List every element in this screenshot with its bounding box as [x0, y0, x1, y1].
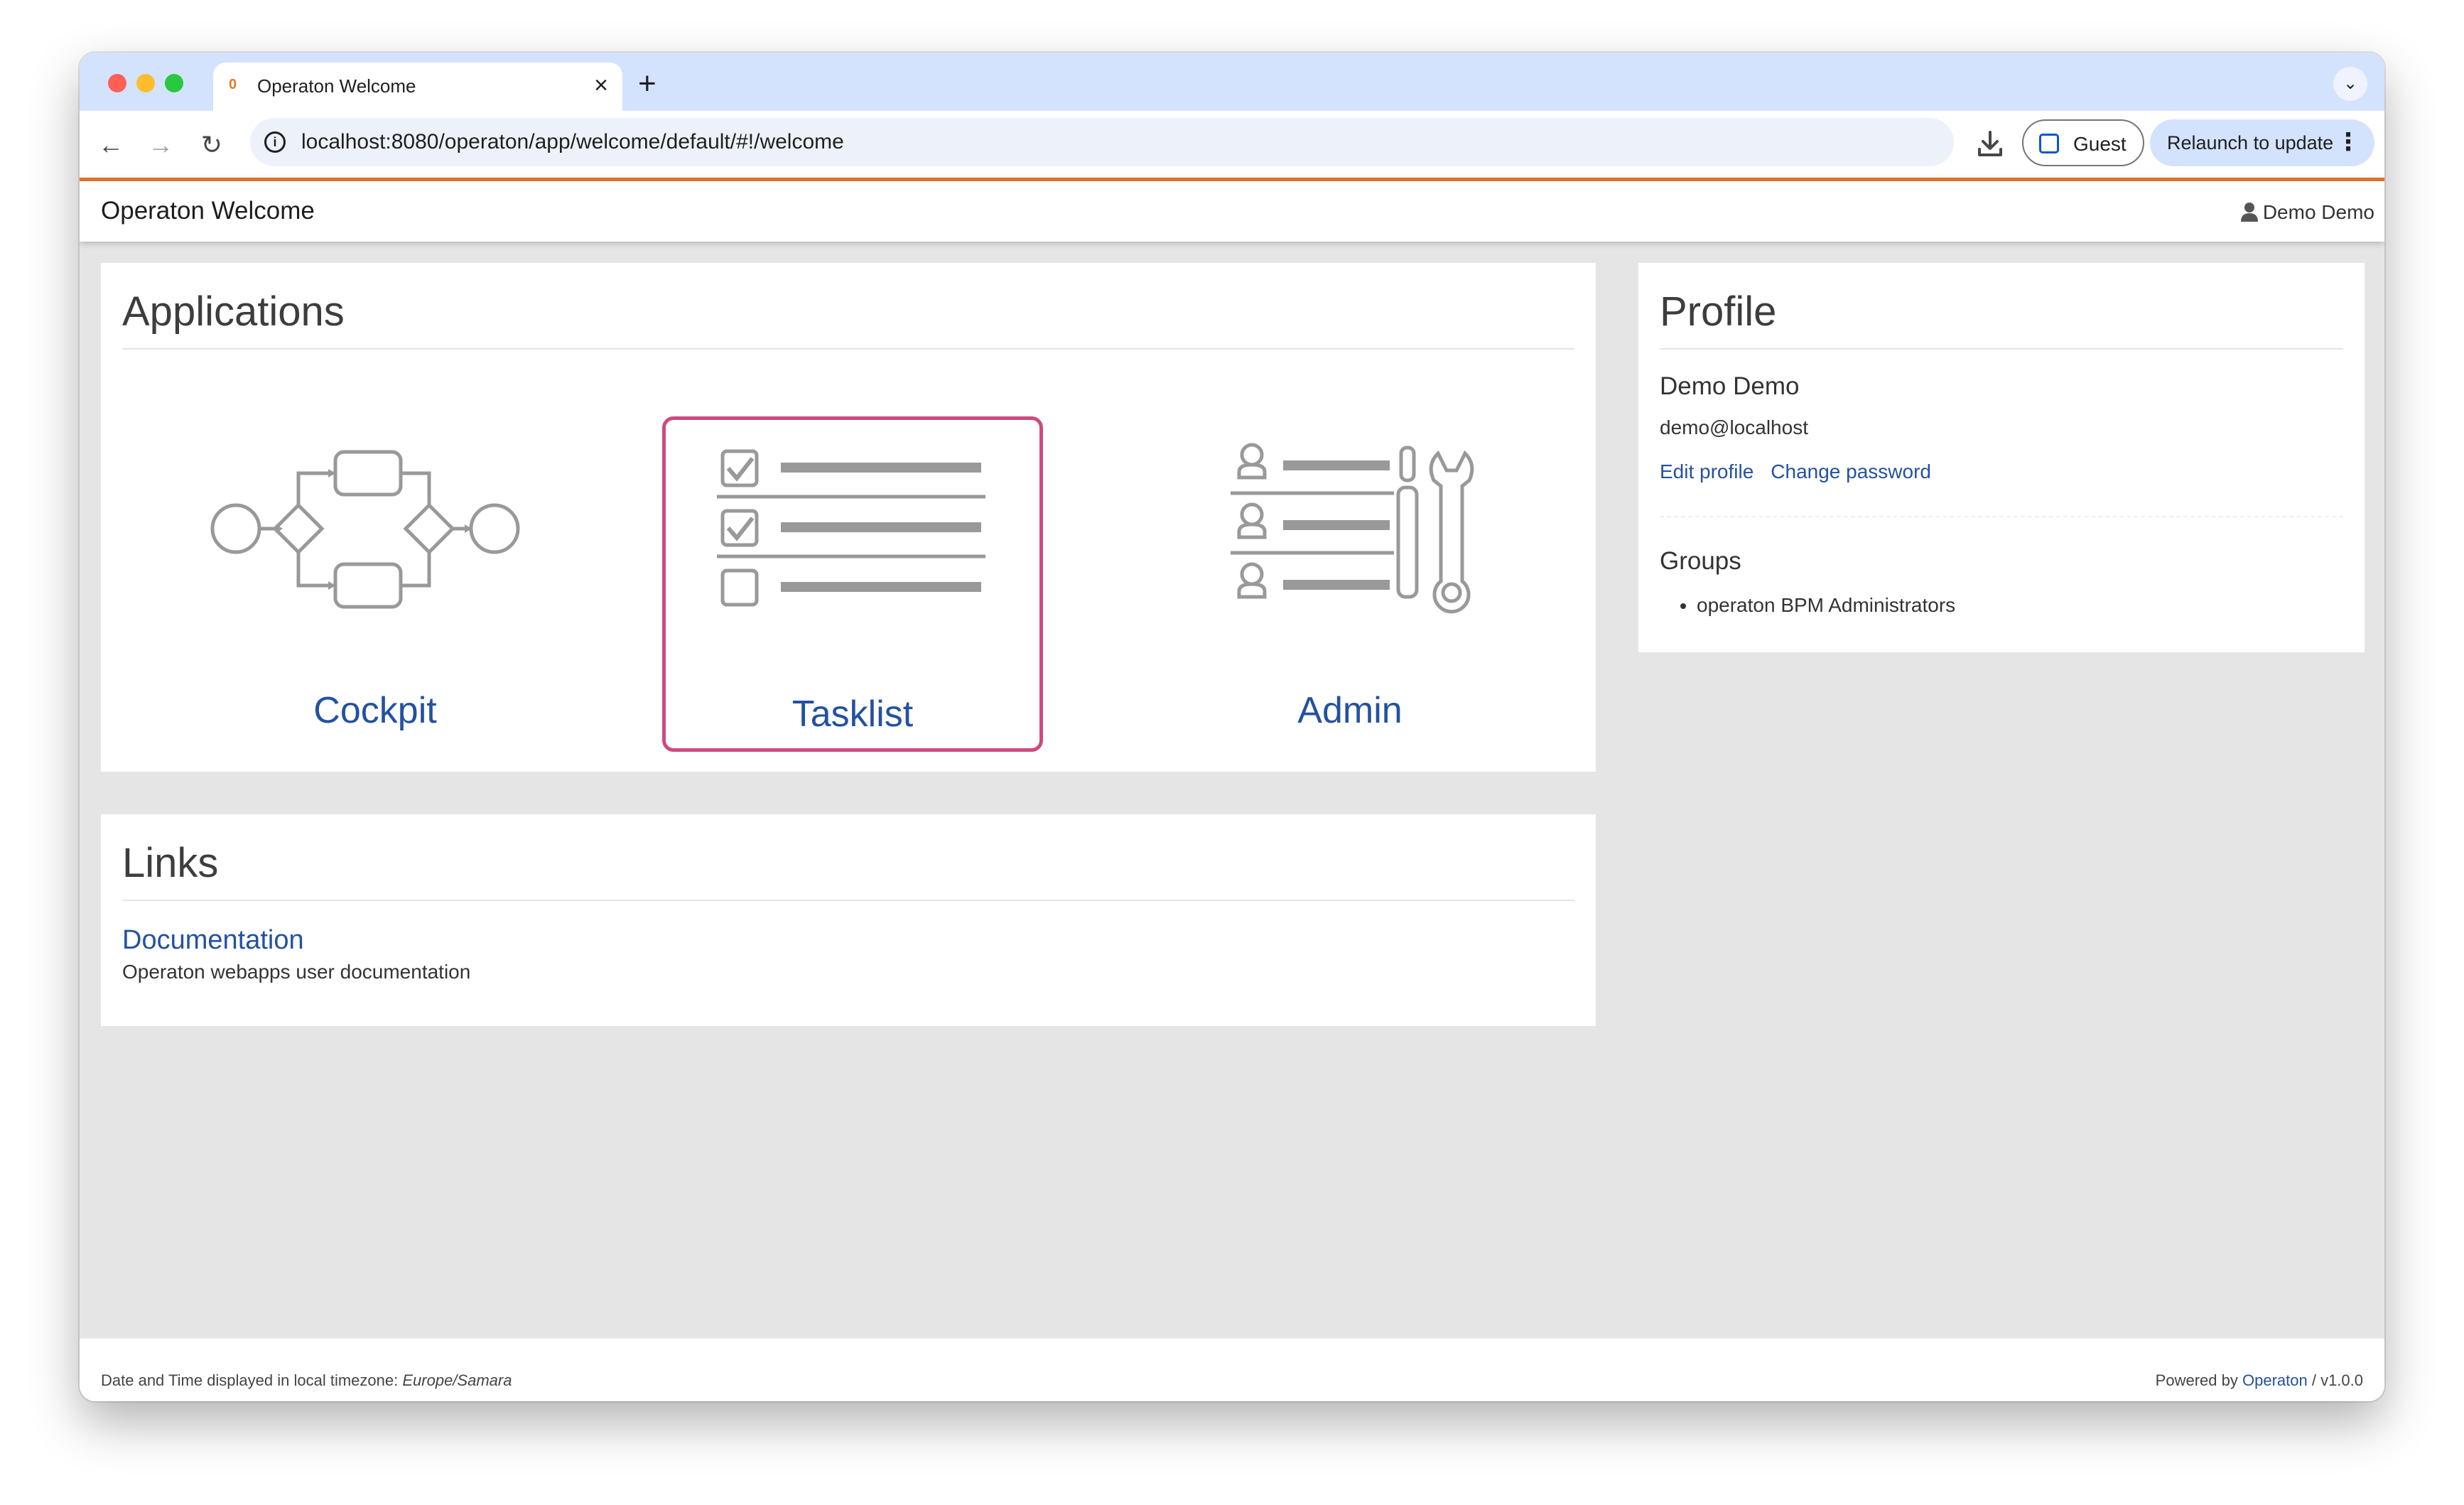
- users-tools-icon: [1231, 443, 1474, 614]
- person-icon: [2039, 134, 2059, 153]
- url-text[interactable]: localhost:8080/operaton/app/welcome/defa…: [301, 130, 844, 154]
- close-tab-icon[interactable]: ×: [594, 71, 608, 99]
- address-bar[interactable]: i localhost:8080/operaton/app/welcome/de…: [250, 118, 1954, 166]
- admin-app-card[interactable]: Admin: [1160, 416, 1540, 752]
- user-menu[interactable]: Demo Demo: [2240, 201, 2374, 224]
- favicon-icon: 0: [229, 77, 237, 92]
- back-icon[interactable]: ←: [91, 125, 131, 165]
- version-text: / v1.0.0: [2311, 1371, 2363, 1389]
- cockpit-label[interactable]: Cockpit: [185, 689, 566, 732]
- profile-actions: Edit profile Change password: [1660, 460, 1948, 483]
- forward-icon[interactable]: →: [141, 125, 180, 165]
- edit-profile-link[interactable]: Edit profile: [1660, 460, 1754, 482]
- timezone-prefix: Date and Time displayed in local timezon…: [101, 1371, 399, 1389]
- download-icon[interactable]: [1972, 126, 2008, 162]
- change-password-link[interactable]: Change password: [1771, 460, 1931, 482]
- relaunch-label: Relaunch to update: [2167, 132, 2334, 153]
- process-diagram-icon: [210, 450, 520, 609]
- relaunch-button[interactable]: Relaunch to update ⋮: [2150, 119, 2374, 166]
- profile-name: Demo Demo: [1660, 372, 1800, 400]
- profile-button[interactable]: Guest: [2022, 119, 2144, 166]
- links-panel: Links Documentation Operaton webapps use…: [101, 814, 1596, 1026]
- browser-window: 0 Operaton Welcome × + ⌄ ← → ↻ i localho…: [80, 53, 2384, 1401]
- powered-by: Powered by Operaton / v1.0.0: [2156, 1371, 2363, 1390]
- admin-label[interactable]: Admin: [1160, 689, 1540, 732]
- browser-toolbar: ← → ↻ i localhost:8080/operaton/app/welc…: [80, 111, 2384, 178]
- user-name: Demo Demo: [2262, 201, 2374, 223]
- group-item: operaton BPM Administrators: [1697, 594, 1955, 617]
- links-heading: Links: [122, 840, 1574, 901]
- powered-prefix: Powered by: [2155, 1371, 2238, 1389]
- app-title[interactable]: Operaton Welcome: [101, 197, 315, 225]
- tasklist-app-card[interactable]: Tasklist: [662, 416, 1043, 752]
- maximize-window-button[interactable]: [165, 74, 183, 92]
- menu-dots-icon[interactable]: ⋮: [2336, 126, 2360, 158]
- profile-divider: [1660, 516, 2343, 517]
- tasklist-label[interactable]: Tasklist: [666, 693, 1039, 735]
- close-window-button[interactable]: [108, 74, 126, 92]
- reload-icon[interactable]: ↻: [192, 125, 232, 165]
- site-info-icon[interactable]: i: [264, 131, 286, 153]
- documentation-link[interactable]: Documentation: [122, 925, 304, 956]
- tab-title: Operaton Welcome: [257, 75, 416, 97]
- checklist-icon: [717, 449, 985, 607]
- profile-heading: Profile: [1660, 288, 2343, 350]
- new-tab-icon[interactable]: +: [638, 63, 656, 105]
- groups-list: operaton BPM Administrators: [1697, 594, 1955, 617]
- tab-search-icon[interactable]: ⌄: [2333, 67, 2367, 101]
- profile-email: demo@localhost: [1660, 416, 1808, 438]
- applications-heading: Applications: [122, 288, 1574, 350]
- profile-label: Guest: [2073, 133, 2127, 155]
- cockpit-app-card[interactable]: Cockpit: [185, 416, 566, 752]
- app-header: Operaton Welcome Demo Demo: [80, 178, 2384, 242]
- page-footer: Date and Time displayed in local timezon…: [80, 1337, 2384, 1401]
- groups-heading: Groups: [1660, 547, 1741, 575]
- minimize-window-button[interactable]: [136, 74, 155, 92]
- tab-strip: 0 Operaton Welcome × + ⌄: [80, 53, 2384, 111]
- operaton-link[interactable]: Operaton: [2242, 1371, 2308, 1389]
- documentation-description: Operaton webapps user documentation: [122, 961, 471, 983]
- timezone-note: Date and Time displayed in local timezon…: [101, 1371, 512, 1390]
- user-icon: [2240, 203, 2258, 222]
- applications-panel: Applications Cockpit Tasklist Admin: [101, 263, 1596, 772]
- browser-tab[interactable]: 0 Operaton Welcome ×: [213, 63, 622, 111]
- timezone-value: Europe/Samara: [402, 1371, 512, 1389]
- profile-panel: Profile Demo Demo demo@localhost Edit pr…: [1638, 263, 2365, 652]
